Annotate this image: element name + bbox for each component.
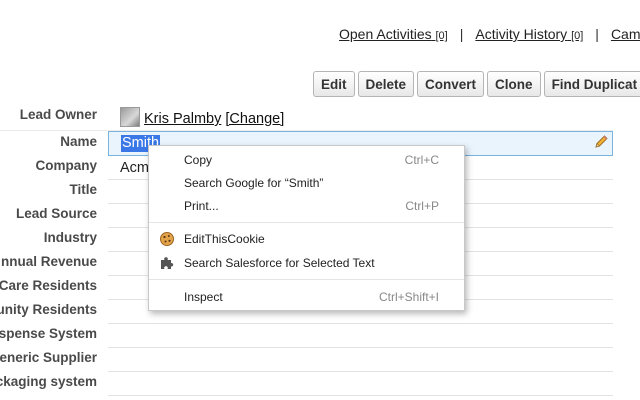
menu-item-label: Inspect: [184, 290, 223, 304]
industry-label: Industry: [43, 230, 97, 245]
open-activities-count: [0]: [435, 30, 448, 42]
menu-item-label: Print...: [184, 199, 219, 213]
activity-history-label: Activity History: [475, 26, 568, 42]
menu-item-search-google[interactable]: Search Google for “Smith”: [149, 172, 464, 194]
menu-item-shortcut: Ctrl+P: [405, 199, 439, 213]
title-label: Title: [69, 182, 97, 197]
care-residents-label: Care Residents: [0, 278, 97, 293]
lead-owner-value: Kris Palmby [Change]: [120, 107, 284, 127]
row-divider: [108, 395, 613, 396]
link-separator: |: [459, 26, 464, 42]
row-divider: [108, 371, 613, 372]
owner-name-link[interactable]: Kris Palmby: [144, 111, 221, 127]
name-label: Name: [60, 134, 97, 149]
open-activities-link[interactable]: Open Activities [0]: [339, 26, 448, 42]
lead-source-label: Lead Source: [15, 206, 97, 221]
menu-item-print[interactable]: Print... Ctrl+P: [149, 195, 464, 217]
menu-item-editthiscookie[interactable]: EditThisCookie: [149, 228, 464, 250]
menu-item-shortcut: Ctrl+Shift+I: [378, 290, 439, 304]
generic-supplier-label: eneric Supplier: [0, 350, 97, 365]
delete-button[interactable]: Delete: [357, 71, 415, 97]
menu-item-label: Copy: [184, 153, 213, 167]
menu-item-label: Search Salesforce for Selected Text: [184, 256, 375, 270]
find-duplicates-button[interactable]: Find Duplicat: [543, 71, 640, 97]
pencil-icon[interactable]: [593, 134, 609, 150]
clone-button[interactable]: Clone: [487, 71, 541, 97]
dispense-system-label: spense System: [0, 326, 97, 341]
change-owner-link[interactable]: [Change]: [225, 111, 284, 127]
menu-item-label: EditThisCookie: [184, 232, 265, 246]
open-activities-label: Open Activities: [339, 26, 432, 42]
company-label: Company: [35, 158, 97, 173]
activity-history-link[interactable]: Activity History [0]: [475, 26, 583, 42]
lead-owner-label: Lead Owner: [19, 107, 97, 122]
campaign-history-link[interactable]: Camp: [611, 26, 640, 42]
activity-history-count: [0]: [571, 30, 584, 42]
menu-item-inspect[interactable]: Inspect Ctrl+Shift+I: [149, 286, 464, 308]
menu-separator: [149, 222, 464, 223]
detail-button-bar: Edit Delete Convert Clone Find Duplicat: [313, 71, 640, 97]
link-separator: |: [595, 26, 599, 42]
row-divider: [108, 323, 613, 324]
packaging-system-label: ckaging system: [0, 374, 97, 389]
menu-item-search-salesforce[interactable]: Search Salesforce for Selected Text: [149, 252, 464, 274]
community-residents-label: unity Residents: [0, 302, 97, 317]
context-menu: Copy Ctrl+C Search Google for “Smith” Pr…: [148, 145, 465, 311]
convert-button[interactable]: Convert: [417, 71, 485, 97]
cookie-icon: [160, 232, 174, 246]
row-divider: [108, 347, 613, 348]
menu-item-shortcut: Ctrl+C: [404, 153, 439, 167]
avatar: [120, 107, 140, 127]
edit-button[interactable]: Edit: [313, 71, 355, 97]
menu-separator: [149, 279, 464, 280]
campaign-history-label: Camp: [610, 26, 640, 42]
related-list-links: Open Activities [0] | Activity History [0]…: [339, 26, 640, 42]
menu-item-copy[interactable]: Copy Ctrl+C: [149, 149, 464, 171]
company-value: Acm: [120, 160, 149, 176]
menu-item-label: Search Google for “Smith”: [184, 176, 324, 190]
puzzle-icon: [161, 257, 174, 269]
annual-revenue-label: nnual Revenue: [0, 254, 97, 269]
